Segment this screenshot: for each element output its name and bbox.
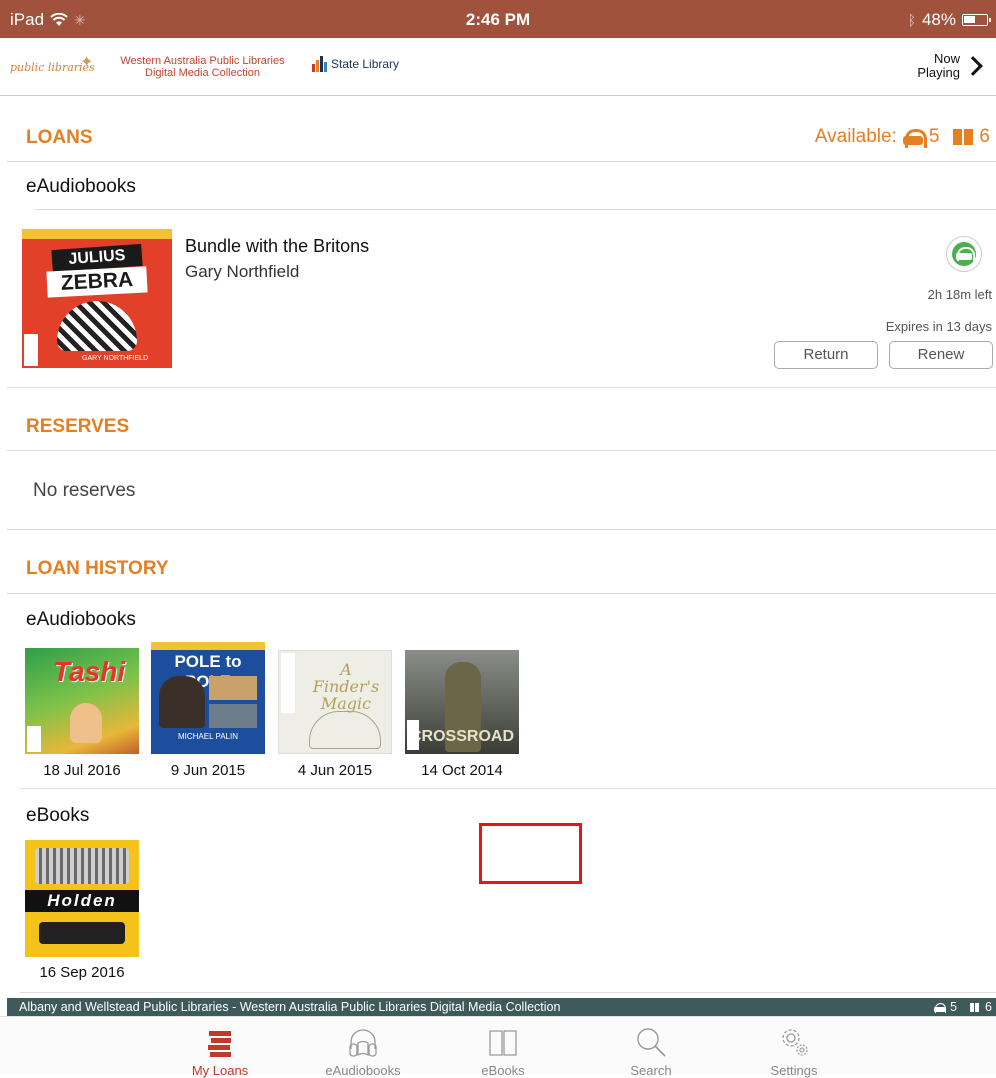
highlight-box — [479, 823, 582, 884]
battery-icon — [962, 14, 991, 26]
tab-settings[interactable]: Settings — [739, 1017, 849, 1078]
cover-author: GARY NORTHFIELD — [82, 355, 149, 362]
tab-ebooks[interactable]: eBooks — [448, 1017, 558, 1078]
gear-icon — [782, 1029, 808, 1056]
book-icon — [953, 129, 974, 145]
info-audio-count: 5 — [950, 1000, 958, 1014]
state-library-logo: State Library — [312, 56, 399, 72]
state-library-icon — [312, 56, 328, 72]
cover-photo — [159, 676, 205, 728]
return-button[interactable]: Return — [774, 341, 878, 369]
tab-label: eBooks — [481, 1063, 525, 1078]
divider — [20, 992, 996, 993]
publisher-badge — [24, 334, 38, 366]
car-grille — [35, 848, 129, 884]
history-date: 16 Sep 2016 — [39, 964, 125, 981]
history-cover[interactable]: Tashi — [25, 648, 139, 754]
loan-title[interactable]: Bundle with the Britons — [185, 236, 369, 257]
car-bumper — [39, 922, 125, 944]
history-cover[interactable]: A Finder's Magic — [278, 650, 392, 754]
loan-cover[interactable]: JULIUS ZEBRA GARY NORTHFIELD — [22, 229, 172, 368]
history-date: 9 Jun 2015 — [170, 762, 246, 779]
divider — [20, 788, 996, 789]
history-cover[interactable]: CROSSROAD — [405, 650, 519, 754]
library-info-text: Albany and Wellstead Public Libraries - … — [19, 1000, 561, 1014]
tab-label: My Loans — [191, 1063, 249, 1078]
cover-title-2: ZEBRA — [46, 266, 148, 298]
book-icon — [489, 1030, 517, 1056]
tab-search[interactable]: Search — [596, 1017, 706, 1078]
loan-history-title: LOAN HISTORY — [26, 558, 169, 579]
cover-title: CROSSROAD — [409, 728, 514, 745]
tab-label: Search — [630, 1063, 672, 1078]
cover-illustration — [309, 711, 381, 749]
chevron-right-icon — [963, 56, 983, 76]
no-reserves-text: No reserves — [33, 480, 136, 501]
star-icon: ✦ — [80, 54, 94, 71]
tab-label: eAudiobooks — [325, 1063, 401, 1078]
cover-title: A Finder's Magic — [312, 660, 380, 713]
status-bar: iPad ✳ 2:46 PM ᛒ 48% — [0, 0, 996, 38]
headphones-icon — [349, 1029, 377, 1057]
publisher-badge — [27, 726, 41, 752]
expires-label: Expires in 13 days — [885, 319, 992, 334]
available-audio-count: 5 — [928, 126, 940, 147]
tab-bar: My Loans eAudiobooks eBooks Search Setti… — [0, 1016, 996, 1078]
loan-author: Gary Northfield — [185, 262, 300, 281]
info-ebook-count: 6 — [985, 1000, 992, 1014]
headphones-icon — [902, 129, 927, 148]
stack-icon — [208, 1031, 231, 1057]
available-label: Available: — [814, 126, 897, 147]
cover-character — [70, 703, 102, 743]
history-date: 18 Jul 2016 — [43, 762, 121, 779]
play-audiobook-button[interactable] — [946, 236, 982, 272]
cover-title: Tashi — [53, 656, 126, 687]
divider — [7, 593, 996, 594]
history-eaudiobooks-label: eAudiobooks — [26, 609, 136, 630]
time-left: 2h 18m left — [927, 287, 992, 302]
renew-button[interactable]: Renew — [889, 341, 993, 369]
cover-author: MICHAEL PALIN — [177, 732, 238, 741]
status-time: 2:46 PM — [465, 10, 531, 29]
headphones-icon — [934, 1002, 947, 1013]
history-cover[interactable]: Holden — [25, 840, 139, 957]
history-ebooks-label: eBooks — [26, 805, 90, 826]
divider — [7, 529, 996, 530]
loans-title: LOANS — [26, 127, 93, 148]
library-info-bar: Albany and Wellstead Public Libraries - … — [7, 998, 996, 1016]
battery-percent: 48% — [921, 10, 956, 29]
available-counts: Available: 5 6 — [815, 126, 990, 148]
status-right: ᛒ 48% — [907, 10, 991, 30]
divider — [7, 450, 996, 451]
reserves-title: RESERVES — [26, 416, 130, 437]
header-title: Western Australia Public Libraries Digit… — [120, 55, 285, 79]
history-cover[interactable]: POLE to POLE MICHAEL PALIN — [151, 642, 265, 754]
divider — [7, 387, 996, 388]
divider — [34, 209, 996, 210]
info-counts: 5 6 — [934, 998, 992, 1016]
zebra-illustration — [57, 301, 137, 351]
divider — [7, 161, 996, 162]
book-icon — [970, 1002, 980, 1012]
app-header: public libraries ✦ Western Australia Pub… — [0, 38, 996, 96]
now-playing-button[interactable]: Now Playing — [910, 52, 986, 80]
cover-title: Holden — [25, 890, 139, 912]
search-icon — [637, 1028, 666, 1057]
tab-eaudiobooks[interactable]: eAudiobooks — [308, 1017, 418, 1078]
public-libraries-logo: public libraries ✦ — [10, 52, 102, 78]
history-date: 14 Oct 2014 — [421, 762, 503, 779]
now-playing-label: Now Playing — [917, 51, 960, 80]
loans-eaudiobooks-label: eAudiobooks — [26, 176, 136, 197]
available-ebook-count: 6 — [979, 126, 990, 147]
bluetooth-icon: ᛒ — [907, 12, 916, 28]
headphones-icon — [952, 242, 976, 266]
history-date: 4 Jun 2015 — [297, 762, 373, 779]
state-library-name: State Library — [331, 56, 400, 71]
tab-label: Settings — [770, 1063, 818, 1078]
tab-my-loans[interactable]: My Loans — [165, 1017, 275, 1078]
